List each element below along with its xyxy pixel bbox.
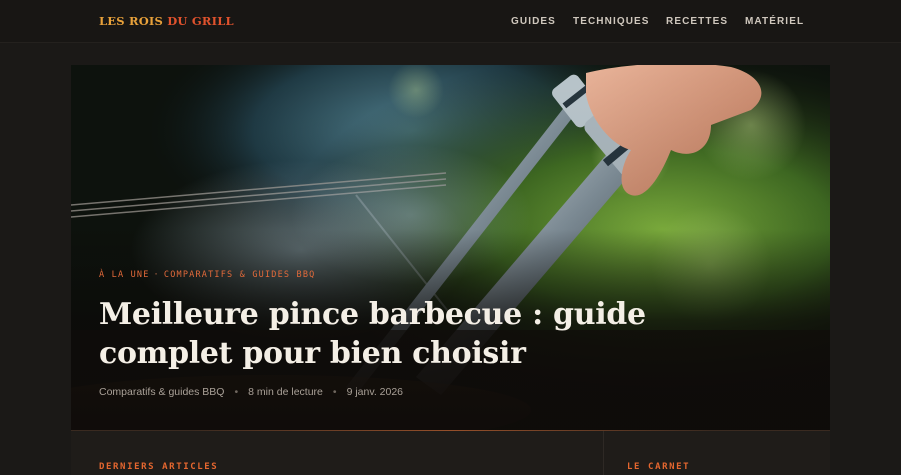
nav-item-recettes[interactable]: RECETTES [666, 16, 728, 27]
hero-kicker: À LA UNE · COMPARATIFS & GUIDES BBQ [99, 270, 316, 280]
kicker-separator: · [153, 270, 160, 280]
meta-dot: • [332, 386, 337, 398]
kicker-category-link[interactable]: COMPARATIFS & GUIDES BBQ [164, 270, 316, 280]
site-header: LES ROIS DU GRILL GUIDES TECHNIQUES RECE… [0, 0, 901, 43]
nav-item-materiel[interactable]: MATÉRIEL [745, 16, 804, 27]
column-divider [603, 431, 604, 475]
hero-meta: Comparatifs & guides BBQ • 8 min de lectur… [99, 386, 403, 398]
featured-article-card[interactable]: À LA UNE · COMPARATIFS & GUIDES BBQ Meille… [71, 65, 830, 430]
meta-dot: • [234, 386, 239, 398]
main-nav: GUIDES TECHNIQUES RECETTES MATÉRIEL [0, 16, 901, 30]
hero-gradient-overlay [71, 65, 830, 430]
latest-articles-heading: DERNIERS ARTICLES [99, 462, 219, 472]
kicker-featured-label: À LA UNE [99, 270, 150, 280]
nav-item-techniques[interactable]: TECHNIQUES [573, 16, 650, 27]
meta-category[interactable]: Comparatifs & guides BBQ [99, 386, 224, 398]
meta-read-time: 8 min de lecture [248, 386, 323, 398]
nav-item-guides[interactable]: GUIDES [511, 16, 556, 27]
notebook-heading: LE CARNET [627, 462, 691, 472]
hero-title[interactable]: Meilleure pince barbecue : guide complet… [99, 295, 739, 373]
meta-date: 9 janv. 2026 [346, 386, 404, 398]
content-section: DERNIERS ARTICLES LE CARNET [71, 430, 830, 475]
